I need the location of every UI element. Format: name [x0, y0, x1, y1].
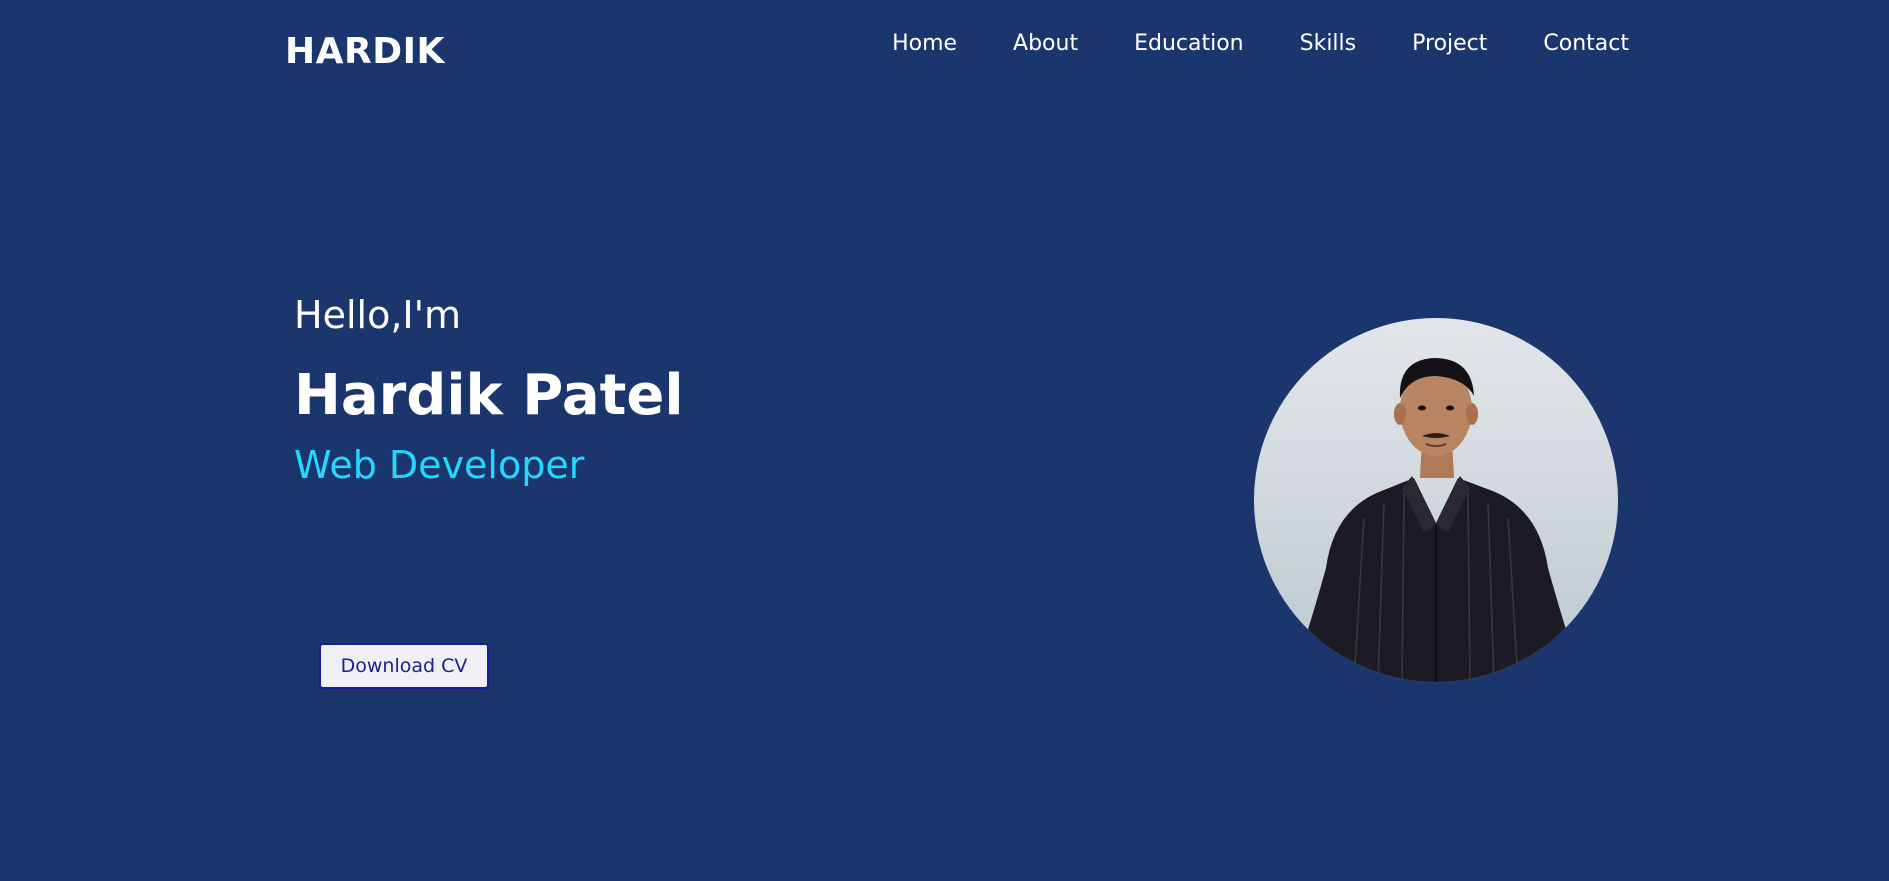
- nav-item-skills[interactable]: Skills: [1300, 28, 1357, 60]
- nav-item-home[interactable]: Home: [892, 28, 957, 60]
- hero-text: Hello,I'm Hardik Patel Web Developer: [294, 290, 684, 490]
- profile-photo: [1254, 318, 1618, 682]
- nav-item-contact[interactable]: Contact: [1543, 28, 1629, 60]
- main-nav: Home About Education Skills Project Cont…: [836, 28, 1629, 60]
- logo[interactable]: HARDIK: [285, 28, 445, 76]
- download-cv-button[interactable]: Download CV: [319, 643, 489, 689]
- hero-role: Web Developer: [294, 443, 585, 487]
- nav-item-project[interactable]: Project: [1412, 28, 1487, 60]
- nav-item-about[interactable]: About: [1013, 28, 1078, 60]
- hero-name: Hardik Patel: [294, 363, 684, 428]
- nav-item-education[interactable]: Education: [1134, 28, 1244, 60]
- person-portrait-icon: [1300, 358, 1572, 682]
- greeting-text: Hello,I'm: [294, 293, 462, 337]
- page: HARDIK Home About Education Skills Proje…: [0, 0, 1889, 881]
